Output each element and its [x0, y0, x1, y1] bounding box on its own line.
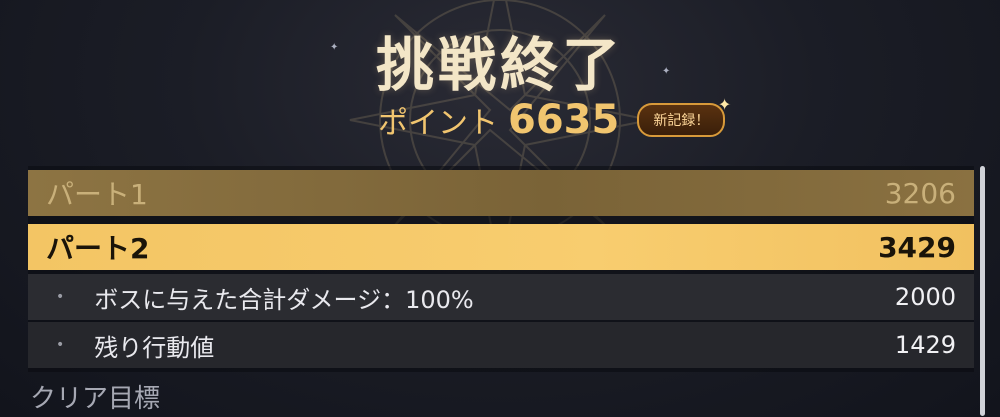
part1-value: 3206	[884, 176, 956, 210]
challenge-end-title: 挑戦終了	[375, 31, 624, 99]
scrollbar[interactable]	[980, 166, 985, 416]
part1-label: パート1	[46, 178, 148, 211]
list-item: • ボスに与えた合計ダメージ：100% 2000	[28, 274, 974, 320]
remaining-action-label: 残り行動値	[94, 333, 215, 362]
part2-row[interactable]: パート2 3429	[28, 224, 974, 270]
boss-damage-value: 2000	[894, 283, 956, 311]
part2-value: 3429	[878, 230, 956, 264]
points-summary: ポイント 6635 新記録！ ✦	[378, 95, 731, 144]
points-label: ポイント	[378, 106, 498, 141]
new-record-badge: 新記録！ ✦	[637, 95, 731, 137]
new-record-text: 新記録！	[653, 113, 710, 129]
bullet-icon: •	[56, 337, 65, 353]
boss-damage-label: ボスに与えた合計ダメージ：100%	[94, 285, 474, 314]
list-item: • 残り行動値 1429	[28, 322, 974, 368]
part2-label: パート2	[46, 232, 150, 265]
points-value: 6635	[508, 97, 620, 143]
sparkle-icon: ✦	[717, 95, 732, 114]
part1-row[interactable]: パート1 3206	[28, 170, 974, 216]
remaining-action-value: 1429	[894, 331, 956, 359]
clear-goal-heading: クリア目標	[30, 384, 161, 414]
bullet-icon: •	[56, 289, 65, 305]
